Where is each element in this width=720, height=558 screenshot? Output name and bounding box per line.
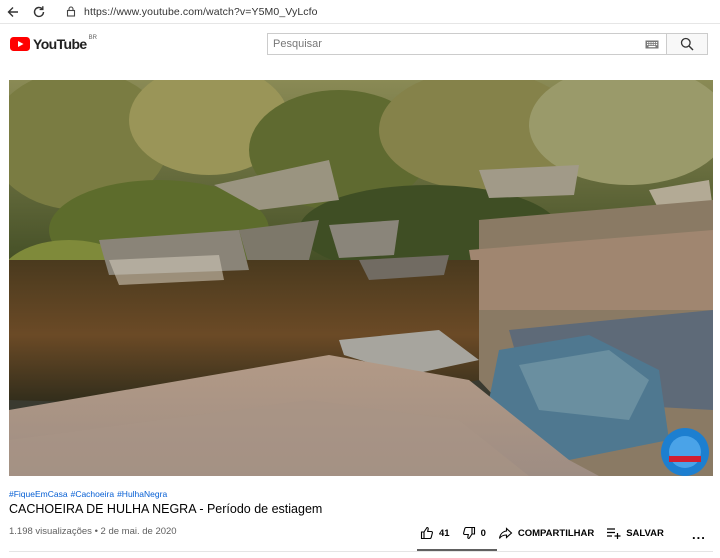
save-label: SALVAR bbox=[626, 527, 664, 539]
view-count: 1.198 visualizações bbox=[9, 526, 92, 537]
search-input[interactable] bbox=[268, 34, 638, 54]
hashtags: #FiqueEmCasa #Cachoeira #HulhaNegra bbox=[9, 489, 170, 499]
url-field[interactable]: https://www.youtube.com/watch?v=Y5M0_VyL… bbox=[62, 2, 318, 22]
publish-date: 2 de mai. de 2020 bbox=[100, 526, 177, 537]
share-arrow-icon bbox=[498, 527, 513, 539]
thumbs-down-icon bbox=[462, 526, 475, 540]
search-box bbox=[267, 33, 667, 55]
channel-watermark bbox=[661, 428, 709, 476]
meta-separator: • bbox=[94, 526, 98, 537]
url-text: https://www.youtube.com/watch?v=Y5M0_VyL… bbox=[84, 5, 318, 18]
youtube-logo[interactable]: YouTube BR bbox=[10, 35, 97, 53]
more-actions-button[interactable]: ... bbox=[692, 527, 706, 542]
hashtag-link[interactable]: #HulhaNegra bbox=[117, 489, 167, 499]
like-count: 41 bbox=[439, 527, 450, 539]
search-button[interactable] bbox=[666, 33, 708, 55]
video-meta: 1.198 visualizações • 2 de mai. de 2020 bbox=[9, 526, 177, 537]
share-button[interactable]: COMPARTILHAR bbox=[498, 526, 594, 540]
keyboard-icon[interactable] bbox=[638, 34, 666, 54]
hashtag-link[interactable]: #FiqueEmCasa bbox=[9, 489, 68, 499]
reload-button[interactable] bbox=[26, 0, 52, 24]
youtube-play-logo-icon bbox=[10, 37, 30, 51]
country-code: BR bbox=[88, 35, 97, 41]
thumbs-up-icon bbox=[420, 526, 433, 540]
logo-wordmark: YouTube bbox=[33, 36, 87, 52]
dislike-count: 0 bbox=[480, 527, 486, 539]
video-frame-landscape bbox=[9, 80, 713, 476]
video-title: CACHOEIRA DE HULHA NEGRA - Período de es… bbox=[9, 502, 323, 516]
video-player[interactable] bbox=[9, 80, 713, 476]
browser-address-bar: https://www.youtube.com/watch?v=Y5M0_VyL… bbox=[0, 0, 720, 24]
hashtag-link[interactable]: #Cachoeira bbox=[71, 489, 114, 499]
video-actions: 41 0 COMPARTILHAR SALVAR bbox=[420, 522, 676, 544]
playlist-add-icon bbox=[607, 528, 621, 539]
back-button[interactable] bbox=[0, 0, 26, 24]
like-button[interactable]: 41 bbox=[420, 526, 450, 540]
share-label: COMPARTILHAR bbox=[517, 527, 595, 539]
arrow-left-icon bbox=[7, 6, 18, 17]
search-icon bbox=[680, 37, 694, 51]
lock-icon bbox=[62, 3, 80, 21]
dislike-button[interactable]: 0 bbox=[462, 526, 486, 540]
youtube-header: YouTube BR bbox=[0, 25, 720, 65]
reload-icon bbox=[33, 5, 45, 17]
save-button[interactable]: SALVAR bbox=[606, 526, 664, 540]
divider bbox=[9, 551, 713, 552]
